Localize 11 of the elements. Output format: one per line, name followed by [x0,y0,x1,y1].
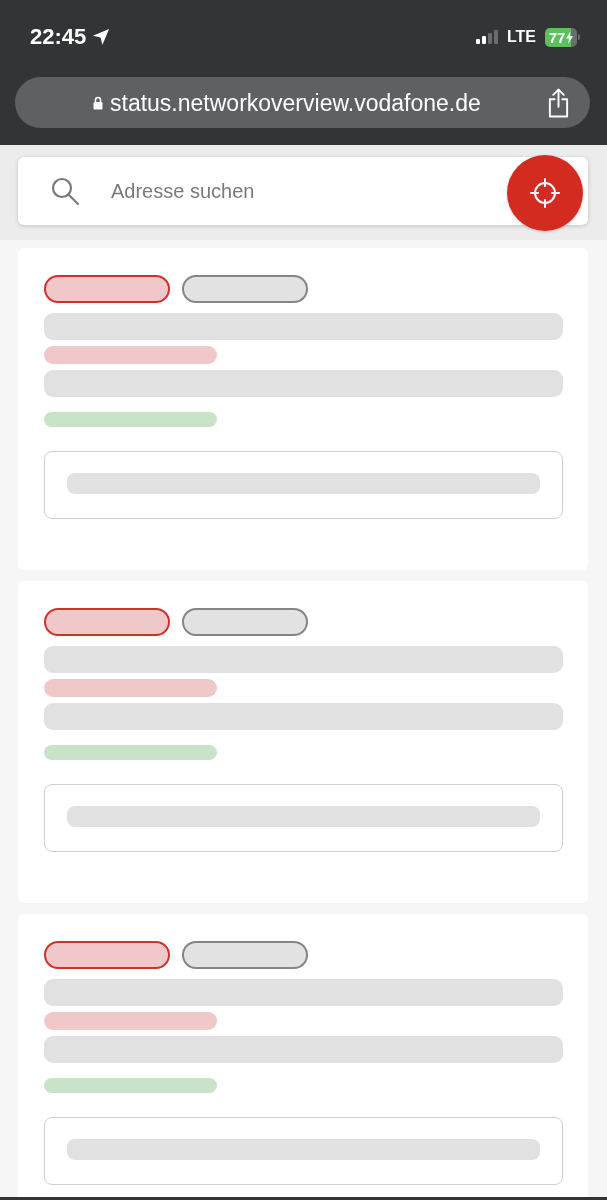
signal-icon [475,30,498,44]
address-bar[interactable]: status.networkoverview.vodafone.de [15,77,590,128]
search-input[interactable]: Adresse suchen [111,176,471,206]
network-type: LTE [506,27,536,47]
search-icon [50,176,80,206]
battery-percent: 77 [548,28,566,46]
clock-time: 22:45 [30,24,87,50]
location-arrow-icon [92,28,111,46]
url-text: status.networkoverview.vodafone.de [110,88,481,117]
share-icon[interactable] [547,86,570,119]
crosshair-icon [529,177,561,209]
